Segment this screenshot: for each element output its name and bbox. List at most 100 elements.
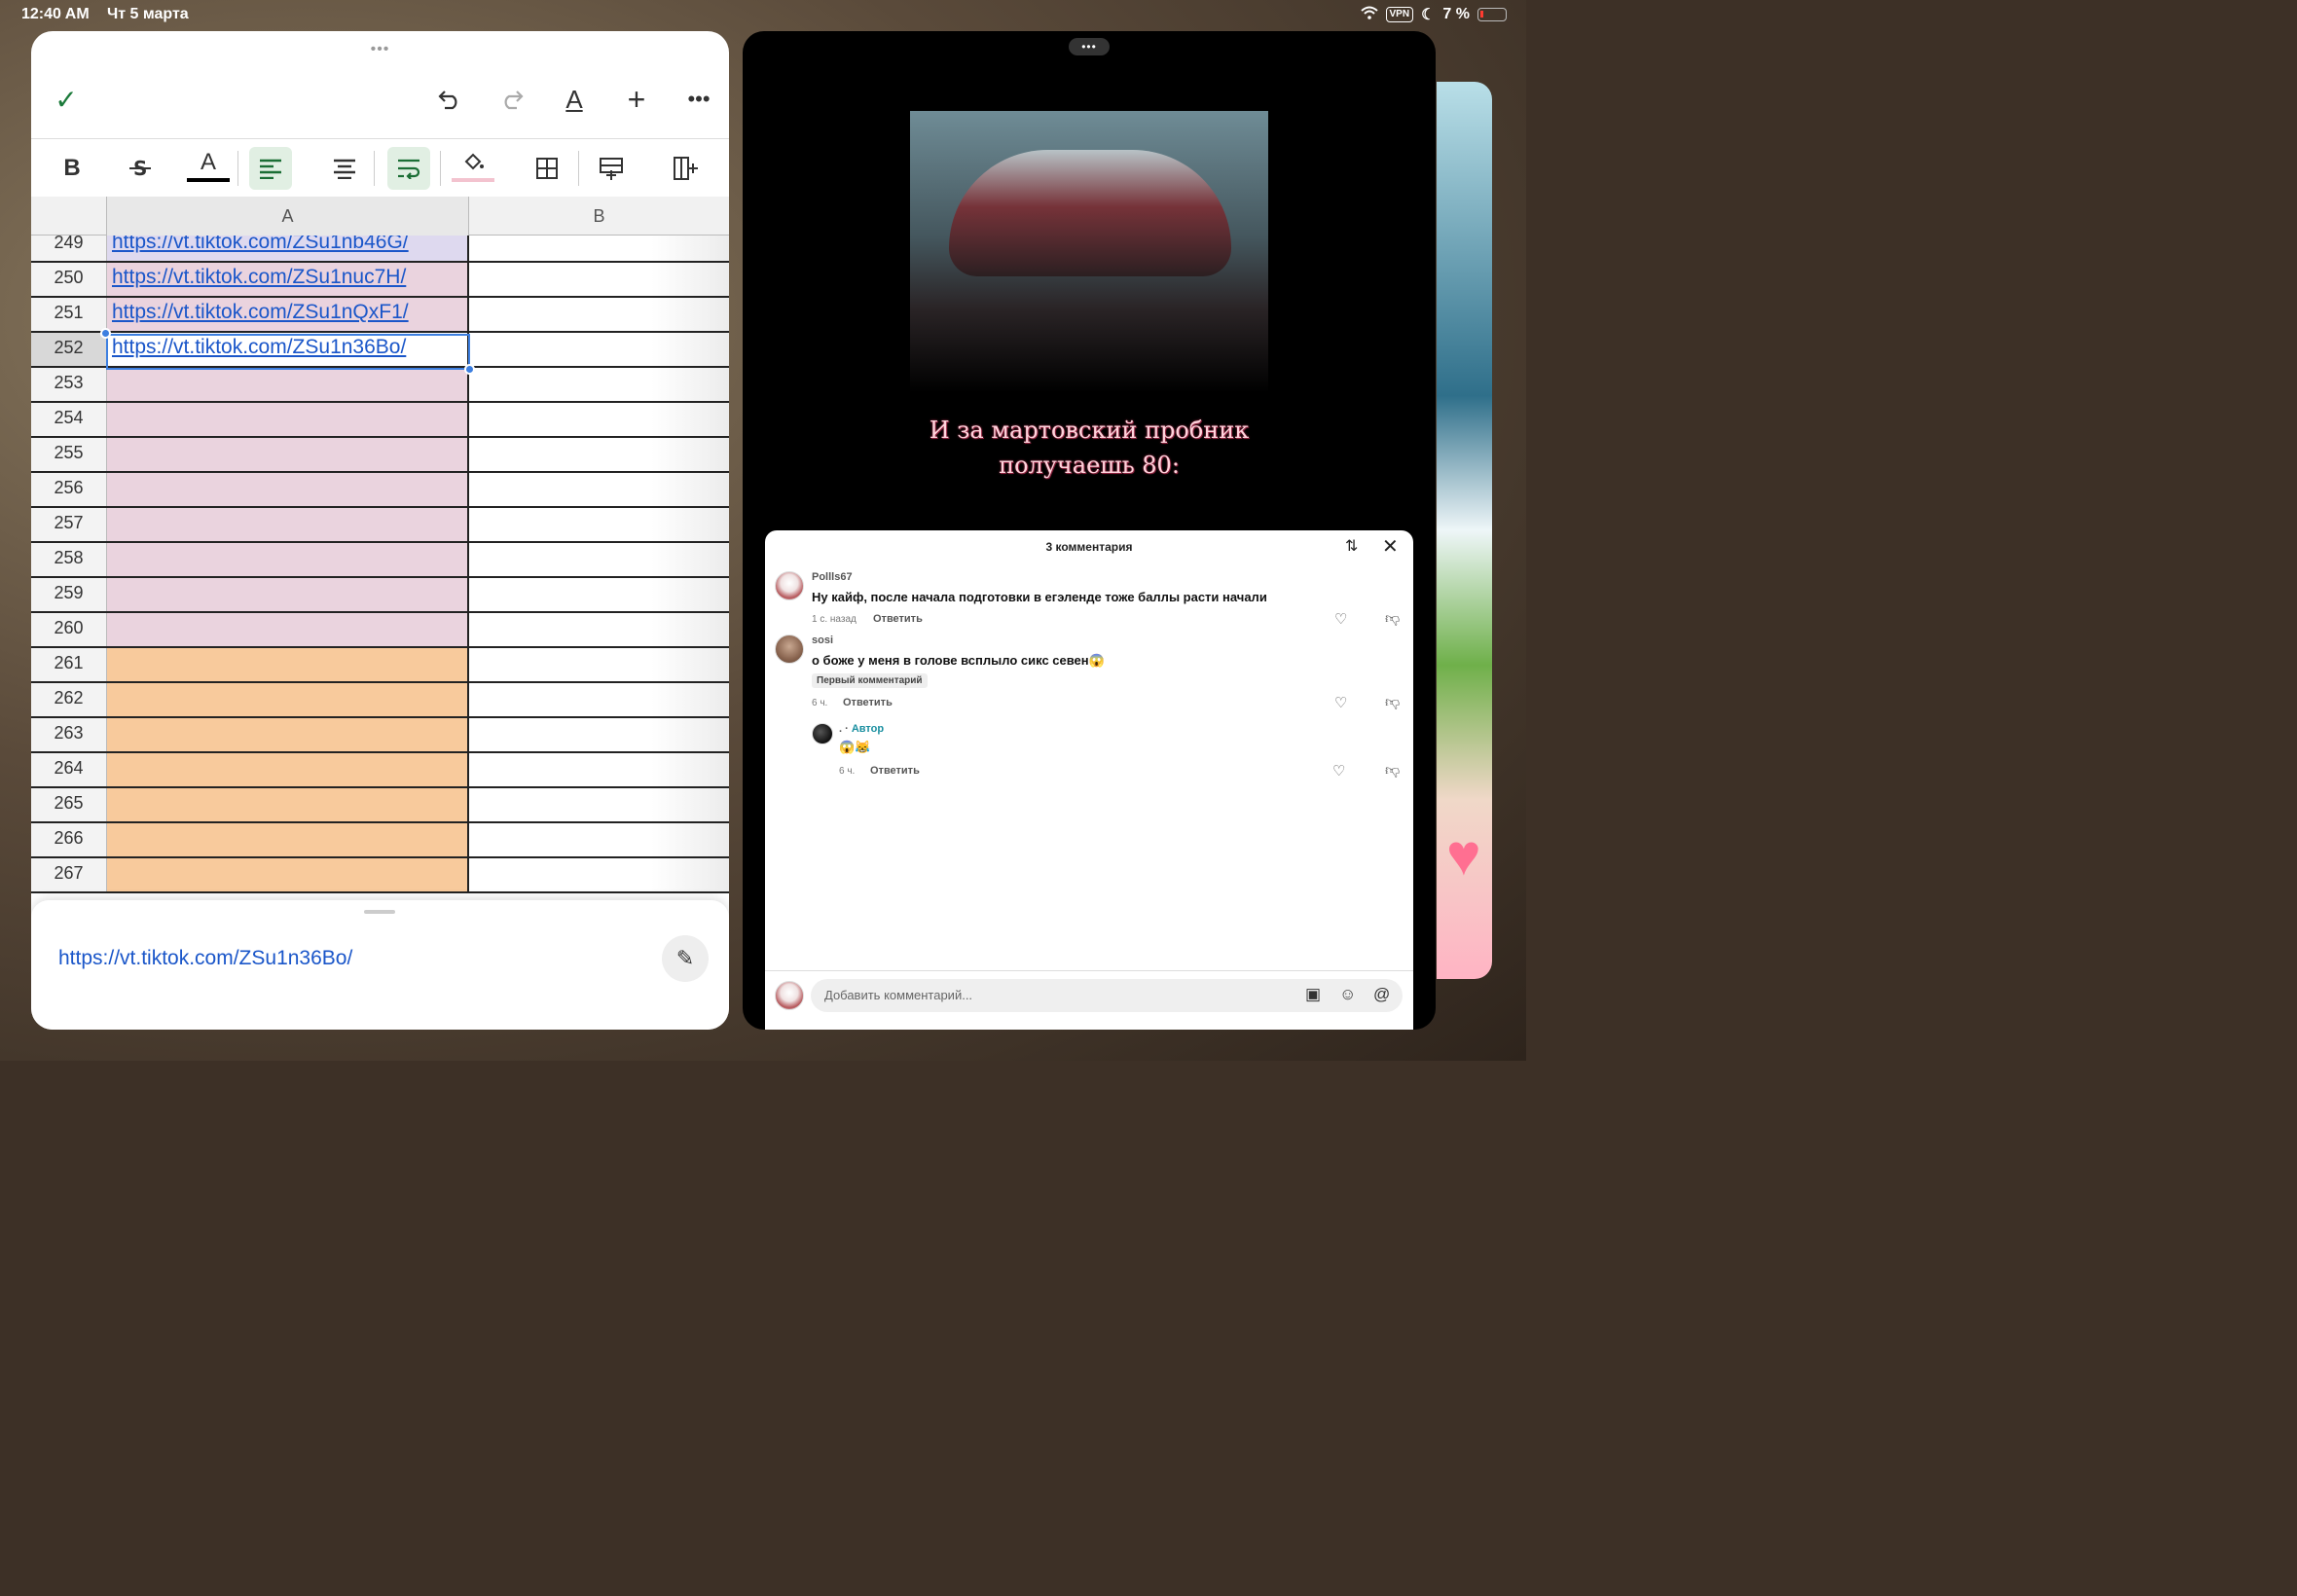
align-left-icon[interactable] bbox=[249, 147, 292, 190]
comment-username[interactable]: Pollls67 bbox=[812, 571, 853, 583]
like-icon[interactable]: ♡ bbox=[1334, 610, 1347, 628]
cell-a[interactable] bbox=[107, 508, 469, 541]
cell-b[interactable] bbox=[469, 543, 729, 576]
row-number[interactable]: 254 bbox=[31, 403, 107, 436]
selection-handle-end[interactable] bbox=[464, 364, 475, 375]
cell-a[interactable] bbox=[107, 473, 469, 506]
reply-button[interactable]: Ответить bbox=[873, 613, 923, 625]
bold-button[interactable]: B bbox=[51, 147, 93, 190]
cell-link[interactable]: https://vt.tiktok.com/ZSu1n36Bo/ bbox=[112, 336, 406, 358]
select-all-corner[interactable] bbox=[31, 197, 107, 236]
cell-a[interactable] bbox=[107, 858, 469, 891]
edit-pencil-icon[interactable]: ✎ bbox=[662, 935, 709, 982]
insert-plus-icon[interactable]: + bbox=[617, 80, 656, 119]
avatar[interactable] bbox=[812, 723, 833, 744]
cell-b[interactable] bbox=[469, 263, 729, 296]
align-center-icon[interactable] bbox=[323, 147, 366, 190]
row-number[interactable]: 262 bbox=[31, 683, 107, 716]
cell-link[interactable]: https://vt.tiktok.com/ZSu1nuc7H/ bbox=[112, 266, 406, 288]
insert-column-icon[interactable] bbox=[664, 147, 707, 190]
wrap-text-icon[interactable] bbox=[387, 147, 430, 190]
comment-username[interactable]: sosi bbox=[812, 635, 833, 646]
emoji-icon[interactable]: ☺ bbox=[1339, 985, 1356, 1004]
dislike-icon[interactable]: 👎︎ bbox=[1385, 694, 1400, 711]
redo-icon[interactable] bbox=[492, 80, 531, 119]
row-number[interactable]: 258 bbox=[31, 543, 107, 576]
close-icon[interactable]: ✕ bbox=[1382, 534, 1399, 559]
row-number[interactable]: 256 bbox=[31, 473, 107, 506]
video-frame[interactable] bbox=[910, 111, 1268, 393]
row-number[interactable]: 250 bbox=[31, 263, 107, 296]
column-header-b[interactable]: B bbox=[469, 197, 729, 236]
avatar[interactable] bbox=[775, 635, 804, 664]
more-icon[interactable]: ••• bbox=[679, 80, 718, 119]
cell-a[interactable] bbox=[107, 403, 469, 436]
window-grabber[interactable]: ••• bbox=[371, 41, 390, 58]
row-number[interactable]: 257 bbox=[31, 508, 107, 541]
cell-a[interactable]: https://vt.tiktok.com/ZSu1nuc7H/ bbox=[107, 263, 469, 296]
row-number[interactable]: 261 bbox=[31, 648, 107, 681]
strikethrough-icon[interactable]: S bbox=[119, 147, 162, 190]
cell-a[interactable] bbox=[107, 578, 469, 611]
cell-b[interactable] bbox=[469, 403, 729, 436]
dislike-icon[interactable]: 👎︎ bbox=[1385, 610, 1400, 628]
selection-handle-start[interactable] bbox=[100, 328, 111, 339]
row-number[interactable]: 263 bbox=[31, 718, 107, 751]
cell-b[interactable] bbox=[469, 578, 729, 611]
cell-b[interactable] bbox=[469, 298, 729, 331]
undo-icon[interactable] bbox=[430, 80, 469, 119]
row-number[interactable]: 267 bbox=[31, 858, 107, 891]
cell-a[interactable] bbox=[107, 613, 469, 646]
cell-a[interactable] bbox=[107, 683, 469, 716]
panel-handle[interactable] bbox=[364, 910, 395, 914]
text-format-icon[interactable]: A bbox=[555, 80, 594, 119]
sort-icon[interactable]: ⇅ bbox=[1345, 536, 1358, 556]
cell-a[interactable] bbox=[107, 823, 469, 856]
row-number[interactable]: 265 bbox=[31, 788, 107, 821]
text-color-button[interactable]: A bbox=[187, 147, 230, 182]
row-number[interactable]: 264 bbox=[31, 753, 107, 786]
reply-username[interactable]: . · Автор bbox=[839, 723, 884, 735]
cell-b[interactable] bbox=[469, 613, 729, 646]
mention-icon[interactable]: @ bbox=[1373, 985, 1390, 1004]
like-icon[interactable]: ♡ bbox=[1334, 694, 1347, 711]
cell-b[interactable] bbox=[469, 508, 729, 541]
cell-a[interactable] bbox=[107, 648, 469, 681]
cell-b[interactable] bbox=[469, 823, 729, 856]
window-grabber[interactable]: ••• bbox=[1069, 38, 1110, 55]
image-icon[interactable]: ▣ bbox=[1305, 985, 1321, 1004]
reply-button[interactable]: Ответить bbox=[843, 697, 893, 708]
row-number[interactable]: 249 bbox=[31, 236, 107, 261]
reply-button[interactable]: Ответить bbox=[870, 765, 920, 777]
cell-link[interactable]: https://vt.tiktok.com/ZSu1nb46G/ bbox=[112, 236, 409, 253]
row-number[interactable]: 253 bbox=[31, 368, 107, 401]
cell-a[interactable] bbox=[107, 368, 469, 401]
cell-a[interactable]: https://vt.tiktok.com/ZSu1nb46G/ bbox=[107, 236, 469, 261]
insert-row-icon[interactable] bbox=[590, 147, 633, 190]
cell-b[interactable] bbox=[469, 753, 729, 786]
cell-value-link[interactable]: https://vt.tiktok.com/ZSu1n36Bo/ bbox=[58, 947, 352, 970]
cell-a[interactable] bbox=[107, 788, 469, 821]
dislike-icon[interactable]: 👎︎ bbox=[1385, 762, 1400, 780]
cell-b[interactable] bbox=[469, 683, 729, 716]
row-number[interactable]: 259 bbox=[31, 578, 107, 611]
cell-a[interactable] bbox=[107, 753, 469, 786]
row-number[interactable]: 260 bbox=[31, 613, 107, 646]
cell-a[interactable] bbox=[107, 718, 469, 751]
cell-a[interactable] bbox=[107, 543, 469, 576]
cell-link[interactable]: https://vt.tiktok.com/ZSu1nQxF1/ bbox=[112, 301, 409, 323]
column-header-a[interactable]: A bbox=[107, 197, 469, 236]
fill-color-icon[interactable] bbox=[452, 147, 494, 182]
cell-b[interactable] bbox=[469, 438, 729, 471]
row-number[interactable]: 252 bbox=[31, 333, 107, 366]
cell-b[interactable] bbox=[469, 473, 729, 506]
cell-b[interactable] bbox=[469, 858, 729, 891]
cell-b[interactable] bbox=[469, 718, 729, 751]
cell-b[interactable] bbox=[469, 788, 729, 821]
row-number[interactable]: 266 bbox=[31, 823, 107, 856]
avatar[interactable] bbox=[775, 571, 804, 600]
background-app-card[interactable]: ♥ bbox=[1437, 82, 1492, 979]
cell-a[interactable]: https://vt.tiktok.com/ZSu1n36Bo/ bbox=[107, 333, 469, 366]
cell-b[interactable] bbox=[469, 368, 729, 401]
cell-b[interactable] bbox=[469, 333, 729, 366]
